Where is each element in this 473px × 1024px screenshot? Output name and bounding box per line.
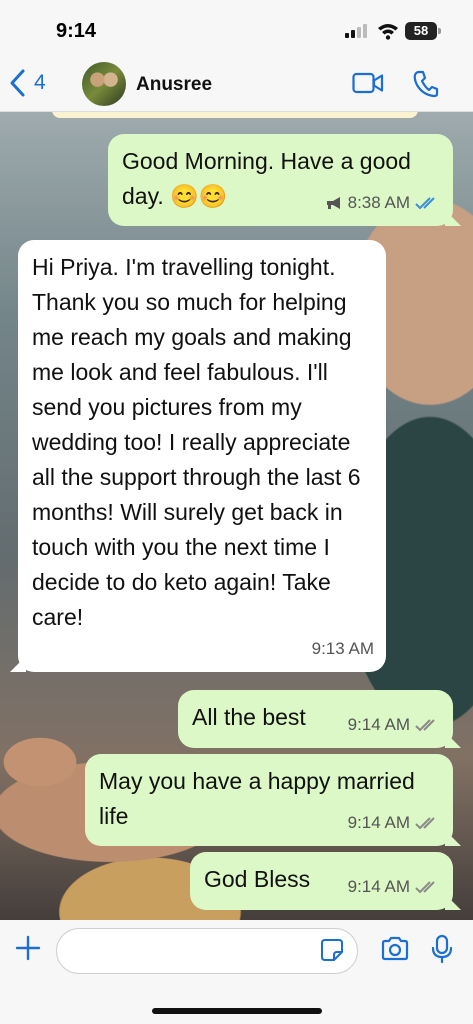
delivered-receipt-icon <box>415 880 435 893</box>
message-bubble[interactable]: May you have a happy married life 9:14 A… <box>85 754 461 846</box>
bubble-tail <box>445 210 461 226</box>
composer-bar <box>0 920 473 1024</box>
chevron-left-icon <box>10 69 25 97</box>
message-bubble[interactable]: Hi Priya. I'm travelling tonight. Thank … <box>10 240 386 672</box>
battery-level: 58 <box>413 23 429 38</box>
phone-call-icon[interactable] <box>413 70 439 98</box>
bubble-tail <box>445 830 461 846</box>
message-text: Hi Priya. I'm travelling tonight. Thank … <box>32 254 361 630</box>
chat-area[interactable]: Good Morning. Have a good day. 😊😊 8:38 A… <box>0 112 473 920</box>
bubble-tail <box>445 894 461 910</box>
bubble-tail <box>445 732 461 748</box>
message-time: 8:38 AM <box>347 193 410 212</box>
message-time: 9:14 AM <box>347 715 410 734</box>
message-text: God Bless <box>204 866 311 892</box>
message-meta: 9:13 AM <box>312 631 374 666</box>
battery-icon: 58 <box>405 22 441 40</box>
message-bubble[interactable]: All the best 9:14 AM <box>178 690 461 748</box>
message-meta: 9:14 AM <box>348 707 441 742</box>
message-bubble[interactable]: God Bless 9:14 AM <box>190 852 461 910</box>
delivered-receipt-icon <box>415 718 435 731</box>
message-time: 9:14 AM <box>347 813 410 832</box>
message-bubble-partial <box>52 112 418 118</box>
chat-header: 4 Anusree <box>0 58 473 112</box>
contact-name[interactable]: Anusree <box>136 74 212 96</box>
message-meta: 9:14 AM <box>348 869 441 904</box>
message-text: All the best <box>192 704 306 730</box>
message-meta: 8:38 AM <box>325 185 441 220</box>
message-meta: 9:14 AM <box>348 805 441 840</box>
read-receipt-icon <box>415 196 435 209</box>
back-button[interactable]: 4 <box>8 68 46 98</box>
message-input[interactable] <box>56 928 358 974</box>
microphone-icon[interactable] <box>430 934 454 964</box>
message-time: 9:13 AM <box>311 639 374 658</box>
delivered-receipt-icon <box>415 816 435 829</box>
message-bubble[interactable]: Good Morning. Have a good day. 😊😊 8:38 A… <box>108 134 461 226</box>
megaphone-icon <box>326 196 340 209</box>
plus-icon[interactable] <box>14 934 42 962</box>
home-indicator <box>152 1008 322 1014</box>
sticker-icon[interactable] <box>320 938 344 962</box>
camera-icon[interactable] <box>380 936 410 962</box>
signal-icon <box>345 24 369 38</box>
bubble-tail <box>10 656 26 672</box>
video-call-icon[interactable] <box>352 72 384 94</box>
wifi-icon <box>378 24 398 40</box>
unread-count: 4 <box>34 71 46 94</box>
status-bar: 9:14 58 <box>0 0 473 58</box>
status-time: 9:14 <box>56 20 97 42</box>
message-time: 9:14 AM <box>347 877 410 896</box>
avatar[interactable] <box>82 62 126 106</box>
